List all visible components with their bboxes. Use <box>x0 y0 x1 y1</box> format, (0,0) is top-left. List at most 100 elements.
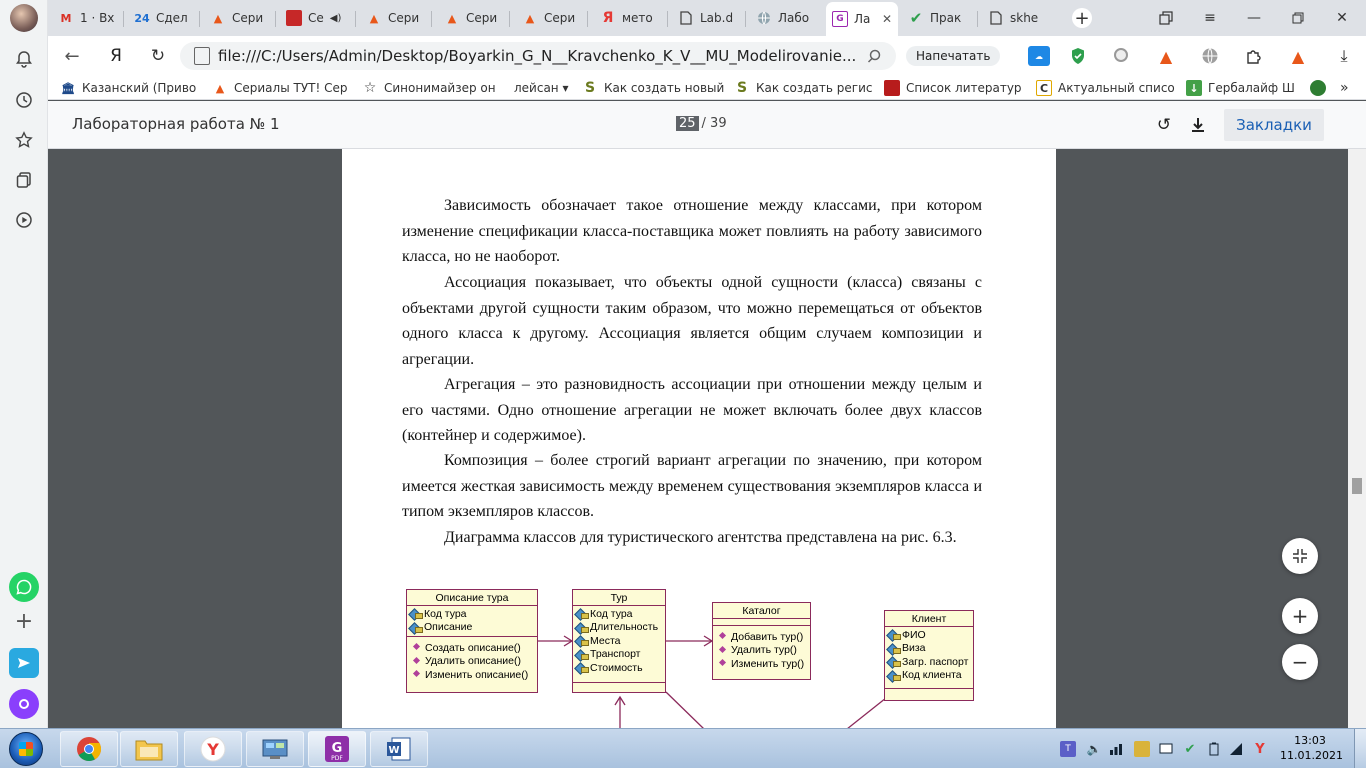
security-tray-icon[interactable]: ✔ <box>1182 741 1198 757</box>
fox-extension-2-icon[interactable]: ▲ <box>1288 46 1308 66</box>
bookmark-8[interactable]: ↓ Гербалайф Ш <box>1186 79 1295 97</box>
start-button[interactable] <box>4 730 48 768</box>
bookmark-1[interactable]: 🏛 Казанский (Приво <box>60 79 196 97</box>
alice-assistant-icon[interactable] <box>9 689 39 719</box>
bookmark-folder[interactable]: лейсан ▾ <box>514 79 569 97</box>
taskbar-chrome[interactable] <box>60 731 118 767</box>
bookmark-3[interactable]: ☆ Синонимайзер он <box>362 79 496 97</box>
taskbar-explorer[interactable] <box>120 731 178 767</box>
bookmarks-button[interactable]: Закладки <box>1224 109 1324 141</box>
operation-icon <box>719 632 728 641</box>
bookmark-7[interactable]: C Актуальный списо <box>1036 79 1175 97</box>
tab-11-active[interactable]: G Ла ✕ <box>826 2 898 36</box>
reload-icon[interactable]: ↻ <box>148 46 168 66</box>
show-desktop-button[interactable] <box>1354 729 1366 768</box>
taskbar-yandex-browser[interactable]: Y <box>184 731 242 767</box>
messenger-icon[interactable] <box>9 648 39 678</box>
yandex-logo-icon[interactable]: Я <box>106 46 126 66</box>
whatsapp-icon[interactable] <box>9 572 39 602</box>
video-play-icon[interactable] <box>10 206 38 234</box>
bookmark-label: Список литератур <box>906 81 1022 95</box>
taskbar-control-panel[interactable] <box>246 731 304 767</box>
close-tab-icon[interactable]: ✕ <box>882 12 892 26</box>
bookmark-9[interactable] <box>1310 79 1332 97</box>
tab-13[interactable]: skhe <box>982 4 1054 32</box>
taskbar-clock[interactable]: 13:03 11.01.2021 <box>1280 733 1343 763</box>
downloads-icon[interactable]: ⤓ <box>1334 46 1354 66</box>
tab-1[interactable]: M 1 · Вх <box>52 4 124 32</box>
current-page-input[interactable]: 25 <box>676 116 699 131</box>
app-tray-icon[interactable] <box>1134 741 1150 757</box>
fox-extension-icon[interactable]: ▲ <box>1156 46 1176 66</box>
zoom-in-icon[interactable]: + <box>1282 598 1318 634</box>
pdf-app-icon: GPDF <box>325 736 349 762</box>
fox-icon: ▲ <box>369 11 379 25</box>
restore-icon[interactable] <box>1288 8 1308 28</box>
more-bookmarks-icon[interactable]: » <box>1340 79 1349 97</box>
profile-avatar[interactable] <box>10 4 38 32</box>
tab-2[interactable]: 24 Сдел <box>128 4 200 32</box>
page-scrollbar[interactable] <box>1348 149 1366 728</box>
fit-page-icon[interactable] <box>1282 538 1318 574</box>
tab-12[interactable]: ✔ Прак <box>902 4 978 32</box>
weather-extension-icon[interactable]: ☁ <box>1028 46 1050 66</box>
bookmark-4[interactable]: S Как создать новый <box>582 79 724 97</box>
rotate-icon[interactable]: ↺ <box>1154 115 1174 135</box>
tab-4[interactable]: Се ◀) <box>280 4 356 32</box>
page-indicator: 25 / 39 <box>676 116 727 131</box>
volume-tray-icon[interactable]: 🔈 <box>1086 741 1102 757</box>
add-panel-icon[interactable]: + <box>10 607 38 635</box>
bell-icon[interactable] <box>10 45 38 73</box>
search-icon[interactable] <box>864 46 884 66</box>
tab-3[interactable]: ▲ Сери <box>204 4 276 32</box>
scrollbar-thumb[interactable] <box>1352 478 1362 494</box>
audio-playing-icon[interactable]: ◀) <box>330 13 342 24</box>
signal-tray-icon[interactable] <box>1228 741 1244 757</box>
tab-strip: M 1 · Вх 24 Сдел ▲ Сери Се ◀) ▲ Сери ▲ Сери ▲ С… <box>48 0 1366 36</box>
bookmark-6[interactable]: Список литератур <box>884 79 1022 97</box>
globe-extension-icon[interactable] <box>1200 46 1220 66</box>
tabs-panel-icon[interactable] <box>1156 8 1176 28</box>
tab-5[interactable]: ▲ Сери <box>360 4 432 32</box>
bookmark-2[interactable]: ▲ Сериалы ТУТ! Сер <box>212 79 348 97</box>
download-icon[interactable] <box>1188 115 1208 135</box>
tab-7[interactable]: ▲ Сери <box>516 4 588 32</box>
favorites-star-icon[interactable] <box>10 126 38 154</box>
tab-6[interactable]: ▲ Сери <box>438 4 510 32</box>
flag-tray-icon[interactable] <box>1158 741 1174 757</box>
uml-operation: Изменить тур() <box>731 657 805 670</box>
tab-10[interactable]: Лабо <box>750 4 824 32</box>
fox-icon: ▲ <box>213 11 223 25</box>
back-arrow-icon[interactable]: ← <box>62 46 82 67</box>
extension-search-icon[interactable] <box>1112 46 1132 66</box>
leaf-icon <box>1310 80 1326 96</box>
minimize-icon[interactable]: — <box>1244 8 1264 28</box>
c-icon: C <box>1036 80 1052 96</box>
uml-attributes: ФИО Виза Загр. паспорт Код клиента <box>885 627 973 689</box>
attribute-icon <box>576 609 589 620</box>
tab-8[interactable]: Ямето <box>594 4 668 32</box>
print-button[interactable]: Напечатать <box>906 46 1001 66</box>
address-text: file:///C:/Users/Admin/Desktop/Boyarkin_… <box>218 47 857 65</box>
teams-tray-icon[interactable]: T <box>1060 741 1076 757</box>
new-tab-icon[interactable]: + <box>1072 8 1092 29</box>
zoom-out-icon[interactable]: − <box>1282 644 1318 680</box>
network-tray-icon[interactable] <box>1108 741 1124 757</box>
collections-icon[interactable] <box>10 166 38 194</box>
tab-9[interactable]: Lab.d <box>672 4 746 32</box>
taskbar-word[interactable]: W <box>370 731 428 767</box>
yandex-tray-icon[interactable]: Y <box>1252 741 1268 757</box>
tab-title: Сери <box>466 11 498 25</box>
address-field[interactable]: file:///C:/Users/Admin/Desktop/Boyarkin_… <box>180 42 896 70</box>
taskbar-pdf-app[interactable]: G PDF <box>308 731 366 767</box>
history-clock-icon[interactable] <box>10 86 38 114</box>
extensions-puzzle-icon[interactable] <box>1244 46 1264 66</box>
uml-attribute: Описание <box>424 621 473 634</box>
shield-icon[interactable] <box>1068 46 1088 66</box>
close-window-icon[interactable]: ✕ <box>1332 8 1352 28</box>
menu-hamburger-icon[interactable]: ≡ <box>1200 8 1220 28</box>
uml-attribute: Код клиента <box>902 669 962 682</box>
uml-operation: Удалить тур() <box>731 644 797 657</box>
battery-tray-icon[interactable] <box>1206 741 1222 757</box>
bookmark-5[interactable]: S Как создать регис <box>734 79 873 97</box>
